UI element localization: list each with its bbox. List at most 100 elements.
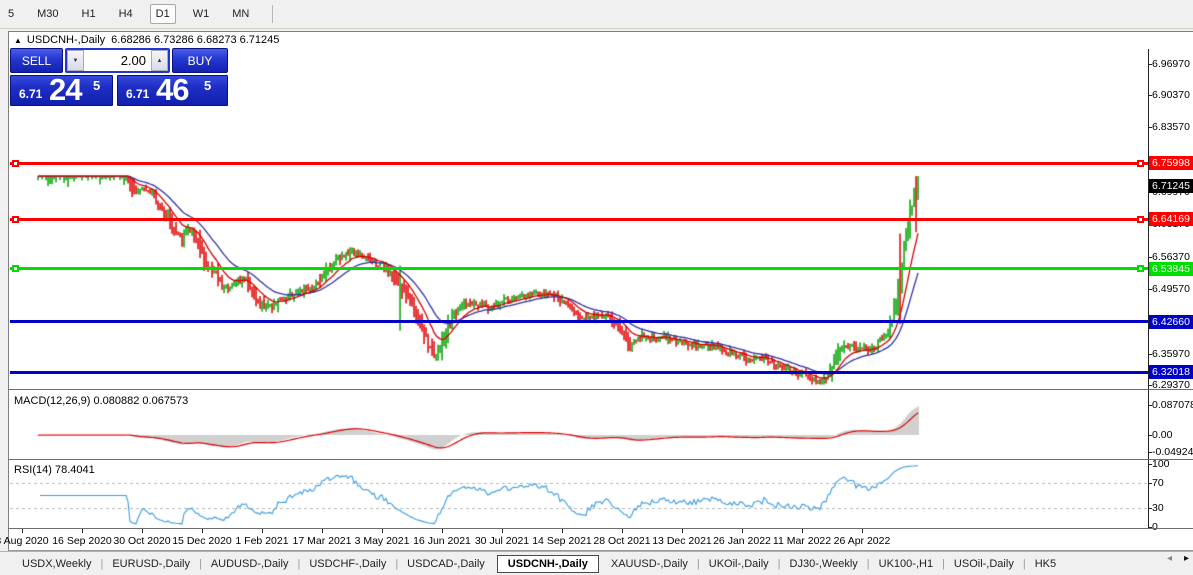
tab-ukoil-daily[interactable]: UKOil-,Daily	[701, 555, 777, 573]
up-arrow-icon: ▲	[156, 57, 163, 64]
rsi-axis-label: 70	[1152, 477, 1164, 489]
line-handle[interactable]	[1137, 159, 1144, 167]
tab-xauusd-daily[interactable]: XAUUSD-,Daily	[603, 555, 696, 573]
buy-price-sup: 5	[204, 78, 212, 93]
price-level-badge: 6.75998	[1149, 156, 1193, 170]
buy-price-big: 46	[156, 72, 189, 107]
date-axis-label: 26 Apr 2022	[833, 535, 891, 547]
toolbar-separator	[272, 5, 274, 23]
tab-scroll-right-icon[interactable]: ▸	[1184, 553, 1189, 564]
volume-increase-button[interactable]: ▲	[151, 50, 168, 71]
macd-axis-tick	[1148, 405, 1152, 406]
date-axis-tick	[622, 529, 623, 533]
price-axis-tick	[1148, 127, 1152, 128]
macd-label: MACD(12,26,9) 0.080882 0.067573	[14, 395, 189, 407]
sell-quote-box[interactable]: 6.71 24 5	[10, 72, 113, 107]
price-level-badge: 6.42660	[1149, 315, 1193, 329]
sell-price-prefix: 6.71	[19, 87, 43, 101]
panel-separator-rsi-dates	[8, 528, 1193, 529]
line-handle[interactable]	[1137, 215, 1144, 223]
rsi-axis-label: 30	[1152, 502, 1164, 514]
line-handle[interactable]	[12, 159, 19, 167]
line-handle[interactable]	[12, 265, 19, 273]
line-handle[interactable]	[12, 215, 19, 223]
date-axis-tick	[142, 529, 143, 533]
horizontal-level-line[interactable]	[10, 161, 1148, 165]
price-level-badge: 6.53845	[1149, 262, 1193, 276]
volume-spinner: ▼ 2.00 ▲	[65, 48, 170, 73]
current-price-badge: 6.71245	[1149, 179, 1193, 193]
timeframe-button-h4[interactable]: H4	[113, 4, 139, 24]
horizontal-level-line[interactable]	[10, 267, 1148, 271]
collapse-triangle-icon[interactable]: ▲	[14, 36, 22, 45]
horizontal-level-line[interactable]	[10, 217, 1148, 221]
tab-dj30-weekly[interactable]: DJ30-,Weekly	[782, 555, 866, 573]
price-axis-label: 6.83570	[1152, 121, 1190, 133]
timeframe-button-w1[interactable]: W1	[187, 4, 216, 24]
date-axis-tick	[862, 529, 863, 533]
rsi-axis-tick	[1148, 483, 1152, 484]
timeframe-toolbar: 5 M30 H1 H4 D1 W1 MN	[0, 0, 1193, 29]
date-axis-tick	[802, 529, 803, 533]
tab-separator: |	[1022, 557, 1026, 570]
sell-button[interactable]: SELL	[10, 48, 63, 73]
tab-separator: |	[696, 557, 700, 570]
timeframe-button-5[interactable]: 5	[2, 4, 20, 24]
volume-input[interactable]: 2.00	[84, 50, 151, 71]
tab-usdchf-daily[interactable]: USDCHF-,Daily	[301, 555, 394, 573]
price-axis-label: 6.90370	[1152, 89, 1190, 101]
macd-axis-tick	[1148, 435, 1152, 436]
rsi-label: RSI(14) 78.4041	[14, 464, 95, 476]
macd-axis-tick	[1148, 452, 1152, 453]
one-click-trade-panel: SELL ▼ 2.00 ▲ BUY 6.71 24 5 6.71 46 5	[10, 48, 228, 107]
tab-uk100-h1[interactable]: UK100-,H1	[871, 555, 941, 573]
price-axis-label: 6.35970	[1152, 348, 1190, 360]
horizontal-level-line[interactable]	[10, 370, 1148, 374]
price-axis-tick	[1148, 257, 1152, 258]
price-axis-tick	[1148, 64, 1152, 65]
down-arrow-icon: ▼	[72, 57, 79, 64]
chart-symbol-title: USDCNH-,Daily	[26, 34, 106, 46]
date-axis-tick	[262, 529, 263, 533]
price-axis-tick	[1148, 289, 1152, 290]
buy-button[interactable]: BUY	[172, 48, 228, 73]
panel-separator-main-macd[interactable]	[8, 389, 1193, 390]
panel-separator-macd-rsi[interactable]	[8, 459, 1193, 460]
rsi-axis-label: 0	[1152, 521, 1158, 533]
tab-usdcnh-daily[interactable]: USDCNH-,Daily	[496, 554, 599, 573]
chart-title-row: ▲ USDCNH-,Daily 6.68286 6.73286 6.68273 6.…	[14, 34, 279, 48]
window-bottom-border	[8, 550, 1193, 551]
tab-eurusd-daily[interactable]: EURUSD-,Daily	[104, 555, 198, 573]
tab-scroll-left-icon[interactable]: ◂	[1167, 553, 1172, 564]
date-axis-tick	[382, 529, 383, 533]
date-axis-tick	[742, 529, 743, 533]
buy-quote-box[interactable]: 6.71 46 5	[117, 72, 228, 107]
line-handle[interactable]	[1137, 265, 1144, 273]
date-axis-tick	[22, 529, 23, 533]
tab-hk5[interactable]: HK5	[1027, 555, 1064, 573]
timeframe-button-m30[interactable]: M30	[31, 4, 64, 24]
tab-audusd-daily[interactable]: AUDUSD-,Daily	[203, 555, 297, 573]
timeframe-button-h1[interactable]: H1	[76, 4, 102, 24]
price-axis-tick	[1148, 385, 1152, 386]
tab-separator: |	[100, 557, 104, 570]
tab-separator: |	[777, 557, 781, 570]
sell-price-big: 24	[49, 72, 82, 107]
tab-usdx-weekly[interactable]: USDX,Weekly	[14, 555, 99, 573]
price-level-badge: 6.64169	[1149, 212, 1193, 226]
horizontal-level-line[interactable]	[10, 320, 1148, 324]
volume-decrease-button[interactable]: ▼	[67, 50, 84, 71]
date-axis-tick	[82, 529, 83, 533]
tab-usdcad-daily[interactable]: USDCAD-,Daily	[399, 555, 493, 573]
timeframe-button-d1[interactable]: D1	[149, 4, 176, 24]
tab-separator: |	[942, 557, 945, 570]
tab-separator: |	[395, 557, 399, 570]
macd-axis-label: 0.087078	[1152, 399, 1193, 411]
timeframe-button-mn[interactable]: MN	[226, 4, 255, 24]
price-axis-tick	[1148, 354, 1152, 355]
rsi-indicator-chart[interactable]	[10, 461, 1148, 528]
tab-usoil-daily[interactable]: USOil-,Daily	[946, 555, 1022, 573]
buy-price-prefix: 6.71	[126, 87, 150, 101]
date-axis-tick	[442, 529, 443, 533]
rsi-axis-tick	[1148, 508, 1152, 509]
